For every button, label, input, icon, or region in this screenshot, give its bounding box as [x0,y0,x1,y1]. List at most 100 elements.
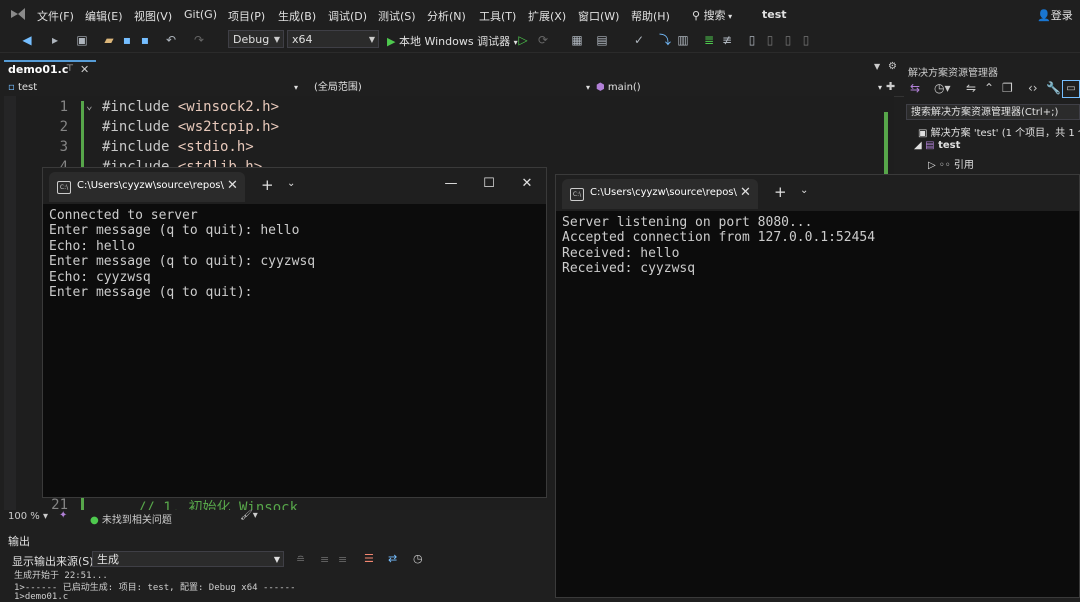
search-button[interactable]: ⚲ 搜索 ▾ [692,7,732,23]
find-message-icon[interactable]: ≘ [296,553,305,566]
save-icon[interactable]: ▪ [120,33,134,47]
configuration-dropdown[interactable]: Debug ▼ [228,30,284,48]
close-icon[interactable]: ✕ [80,62,89,77]
terminal-tab[interactable]: C:\ C:\Users\cyyzw\source\repos\ ✕ [562,179,758,209]
terminal-title-bar[interactable]: C:\ C:\Users\cyyzw\source\repos\ ✕ + ⌄ [556,175,1079,211]
prev-message-icon[interactable]: ≡ [320,553,329,566]
start-debugging-button[interactable]: ▶ 本地 Windows 调试器 ▾ [387,33,518,49]
chevron-down-icon: ▾ [877,83,882,92]
visual-studio-logo-icon[interactable] [9,6,27,22]
code-view-icon[interactable]: ‹› [1028,81,1038,95]
next-bookmark-icon[interactable]: ▯ [781,33,795,47]
wrench-icon[interactable]: 🔧 [1046,81,1061,95]
timestamp-icon[interactable]: ◷ [413,552,423,565]
pin-icon[interactable]: ⊤ [66,62,74,77]
tree-node-references[interactable]: ▷ ◦◦ 引用 [928,156,974,171]
new-tab-icon[interactable]: + [261,176,274,194]
save-all-icon[interactable]: ▪ [138,33,152,47]
hot-reload-icon[interactable]: ⟳ [536,33,550,47]
comment-icon[interactable]: ≣ [702,33,716,47]
show-all-files-icon[interactable]: ❐ [1002,81,1013,95]
scope-dropdown[interactable]: (全局范围) ▾ [314,80,590,95]
project-dropdown[interactable]: ▫ test ▾ [8,80,298,95]
client-terminal-window[interactable]: C:\ C:\Users\cyyzw\source\repos\ ✕ + ⌄ —… [42,167,547,498]
undo-icon[interactable]: ↶ [164,33,178,47]
output-source-dropdown[interactable]: 生成 ▼ [92,551,284,567]
tab-demo01[interactable]: demo01.c ⊤ ✕ [4,60,96,78]
editor-status-bar: 100 % ▾ ✦ ● 未找到相关问题 🖌▾ [4,510,554,526]
clear-bookmarks-icon[interactable]: ▯ [799,33,813,47]
gear-icon[interactable]: ⚙ [888,61,897,72]
menu-git[interactable]: Git(G) [184,8,217,21]
terminal-line: Connected to server [49,208,198,223]
redo-icon[interactable]: ↷ [192,33,206,47]
new-tab-icon[interactable]: + [774,183,787,201]
close-icon[interactable]: ✕ [740,185,751,200]
prev-bookmark-icon[interactable]: ▯ [763,33,777,47]
open-folder-icon[interactable]: ▰ [102,33,116,47]
uncomment-icon[interactable]: ≢ [720,33,734,47]
spell-check-icon[interactable]: ✓ [632,33,646,47]
tree-node-solution[interactable]: ▣ 解决方案 'test' (1 个项目，共 1 个 [918,124,1080,139]
issues-indicator[interactable]: ● 未找到相关问题 [90,511,172,526]
terminal-tab[interactable]: C:\ C:\Users\cyyzw\source\repos\ ✕ [49,172,245,202]
menu-build[interactable]: 生成(B) [278,8,316,24]
bookmark-icon[interactable]: ▯ [745,33,759,47]
next-message-icon[interactable]: ≡ [338,553,347,566]
line-number: 1 [59,99,68,115]
menu-extensions[interactable]: 扩展(X) [528,8,566,24]
menu-project[interactable]: 项目(P) [228,8,265,24]
split-icon[interactable]: ✚ [886,80,895,93]
code-line: #include <winsock2.h> [102,99,280,115]
function-dropdown[interactable]: ⬢ main() ▾ [596,80,882,95]
menu-debug[interactable]: 调试(D) [328,8,367,24]
history-icon[interactable]: ◷▾ [934,81,951,95]
window-layout-icon[interactable]: ▤ [595,33,609,47]
new-project-icon[interactable]: ▣ [75,33,89,47]
terminal-title-bar[interactable]: C:\ C:\Users\cyyzw\source\repos\ ✕ + ⌄ —… [43,168,546,204]
zoom-dropdown[interactable]: 100 % ▾ [8,511,48,522]
minimize-icon[interactable]: — [441,176,461,191]
browse-folder-icon[interactable]: ▦ [570,33,584,47]
terminal-line: Accepted connection from 127.0.0.1:52454 [562,230,876,245]
line-number: 2 [59,119,68,135]
menu-file[interactable]: 文件(F) [37,8,74,24]
chevron-right-icon: ▷ [928,160,939,171]
format-icon[interactable]: ▥ [676,33,690,47]
menu-edit[interactable]: 编辑(E) [85,8,123,24]
step-into-icon[interactable]: ⤵ [658,33,672,47]
menu-view[interactable]: 视图(V) [134,8,172,24]
menu-tools[interactable]: 工具(T) [479,8,516,24]
menu-help[interactable]: 帮助(H) [631,8,670,24]
copilot-icon[interactable]: ✦ [59,510,67,521]
server-terminal-window[interactable]: C:\ C:\Users\cyyzw\source\repos\ ✕ + ⌄ S… [555,174,1080,598]
play-icon: ▶ [387,35,396,48]
collapse-all-icon[interactable]: ⌃ [984,81,994,95]
close-window-icon[interactable]: ✕ [517,176,537,191]
chevron-down-icon[interactable]: ⌄ [287,178,295,189]
menu-test[interactable]: 测试(S) [378,8,416,24]
tree-node-project[interactable]: ◢ ▤ test [914,140,960,151]
close-icon[interactable]: ✕ [227,178,238,193]
platform-dropdown[interactable]: x64 ▼ [287,30,379,48]
terminal-icon: C:\ [57,181,71,194]
collapse-icon[interactable]: ⌄ [86,99,93,112]
maximize-icon[interactable]: ☐ [479,176,499,191]
menu-window[interactable]: 窗口(W) [578,8,619,24]
sync-icon[interactable]: ⇆ [910,81,920,95]
tab-overflow-icon[interactable]: ▼ [874,62,880,71]
switch-views-icon[interactable]: ⇋ [966,81,976,95]
preview-icon[interactable]: ▭ [1062,80,1080,98]
forward-icon[interactable]: ▸ [48,33,62,47]
menu-analyze[interactable]: 分析(N) [427,8,466,24]
login-button[interactable]: 👤登录 [1037,7,1073,23]
brush-icon[interactable]: 🖌▾ [240,510,258,521]
terminal-line: Enter message (q to quit): [49,285,253,300]
terminal-line: Enter message (q to quit): cyyzwsq [49,254,316,269]
start-without-debugging-icon[interactable]: ▷ [516,33,530,47]
clear-all-icon[interactable]: ☰ [364,552,374,565]
word-wrap-icon[interactable]: ⇄ [388,552,397,565]
chevron-down-icon[interactable]: ⌄ [800,185,808,196]
back-icon[interactable]: ◀ [20,33,34,47]
solution-search-input[interactable]: 搜索解决方案资源管理器(Ctrl+;) [906,104,1080,120]
